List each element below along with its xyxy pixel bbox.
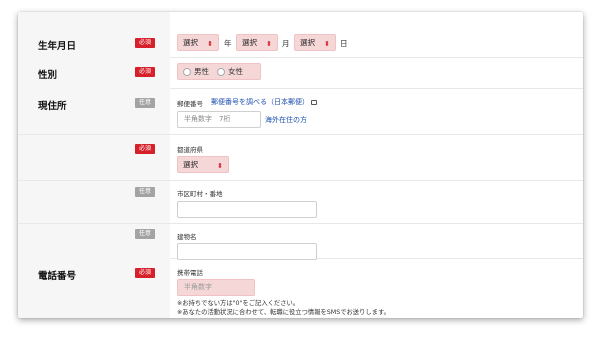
phone-row: 電話番号 必須 携帯電話 半角数字 ※お持ちでない方は"0"をご記入ください。 …: [18, 258, 583, 318]
radio-icon: [217, 68, 225, 76]
mobile-phone-title: 携帯電話: [177, 269, 203, 277]
optional-badge: 任意: [135, 98, 155, 108]
birth-month-value: 選択: [242, 38, 257, 47]
chevron-updown-icon: ⬍: [217, 162, 223, 170]
phone-note: ※あなたの活動状況に合わせて、転職に役立つ情報をSMSでお送りします。: [177, 309, 390, 316]
external-link-icon: [311, 100, 317, 105]
divider: [18, 223, 583, 224]
gender-radio-group: 男性 女性: [177, 63, 261, 80]
overseas-link[interactable]: 海外在住の方: [265, 115, 307, 125]
postal-lookup-link[interactable]: 郵便番号を調べる（日本郵便）: [211, 97, 309, 107]
month-unit: 月: [282, 39, 290, 48]
address-label: 現住所: [38, 101, 67, 112]
gender-female-label: 女性: [228, 67, 243, 76]
address-row: 現住所 任意 郵便番号 郵便番号を調べる（日本郵便） 半角数字 7桁 海外在住の…: [18, 88, 583, 260]
required-badge: 必須: [135, 38, 155, 48]
postal-code-title: 郵便番号: [177, 100, 203, 108]
city-title: 市区町村・番地: [177, 190, 223, 198]
gender-label: 性別: [38, 70, 58, 81]
label-column: [18, 258, 170, 318]
birth-day-select[interactable]: 選択 ⬍: [294, 34, 336, 51]
required-badge: 必須: [135, 268, 155, 278]
birth-year-value: 選択: [183, 38, 198, 47]
phone-label: 電話番号: [38, 271, 77, 282]
prefecture-value: 選択: [183, 160, 198, 169]
required-badge: 必須: [135, 67, 155, 77]
chevron-updown-icon: ⬍: [207, 40, 213, 48]
divider: [18, 134, 583, 135]
birth-month-select[interactable]: 選択 ⬍: [236, 34, 278, 51]
optional-badge: 任意: [135, 229, 155, 239]
prefecture-title: 都道府県: [177, 146, 203, 154]
profile-form-card: 生年月日 必須 選択 ⬍ 年 選択 ⬍ 月 選択 ⬍ 日 性別 必須 男性 女性 …: [18, 12, 583, 318]
chevron-updown-icon: ⬍: [266, 40, 272, 48]
radio-icon: [183, 68, 191, 76]
prefecture-select[interactable]: 選択 ⬍: [177, 156, 229, 173]
building-title: 建物名: [177, 233, 197, 241]
divider: [18, 180, 583, 181]
day-unit: 日: [340, 39, 348, 48]
gender-male-label: 男性: [194, 67, 209, 76]
required-badge: 必須: [135, 144, 155, 154]
birthdate-row: 生年月日 必須 選択 ⬍ 年 選択 ⬍ 月 選択 ⬍ 日: [18, 12, 583, 58]
phone-note: ※お持ちでない方は"0"をご記入ください。: [177, 300, 300, 307]
birth-day-value: 選択: [300, 38, 315, 47]
gender-male-option[interactable]: 男性: [178, 67, 209, 76]
birth-year-select[interactable]: 選択 ⬍: [177, 34, 219, 51]
gender-female-option[interactable]: 女性: [209, 67, 243, 76]
city-input[interactable]: [177, 201, 317, 218]
chevron-updown-icon: ⬍: [324, 40, 330, 48]
mobile-phone-input[interactable]: 半角数字: [177, 279, 255, 296]
year-unit: 年: [224, 39, 232, 48]
gender-row: 性別 必須 男性 女性: [18, 57, 583, 89]
optional-badge: 任意: [135, 187, 155, 197]
postal-code-input[interactable]: 半角数字 7桁: [177, 111, 261, 128]
birthdate-label: 生年月日: [38, 41, 77, 52]
